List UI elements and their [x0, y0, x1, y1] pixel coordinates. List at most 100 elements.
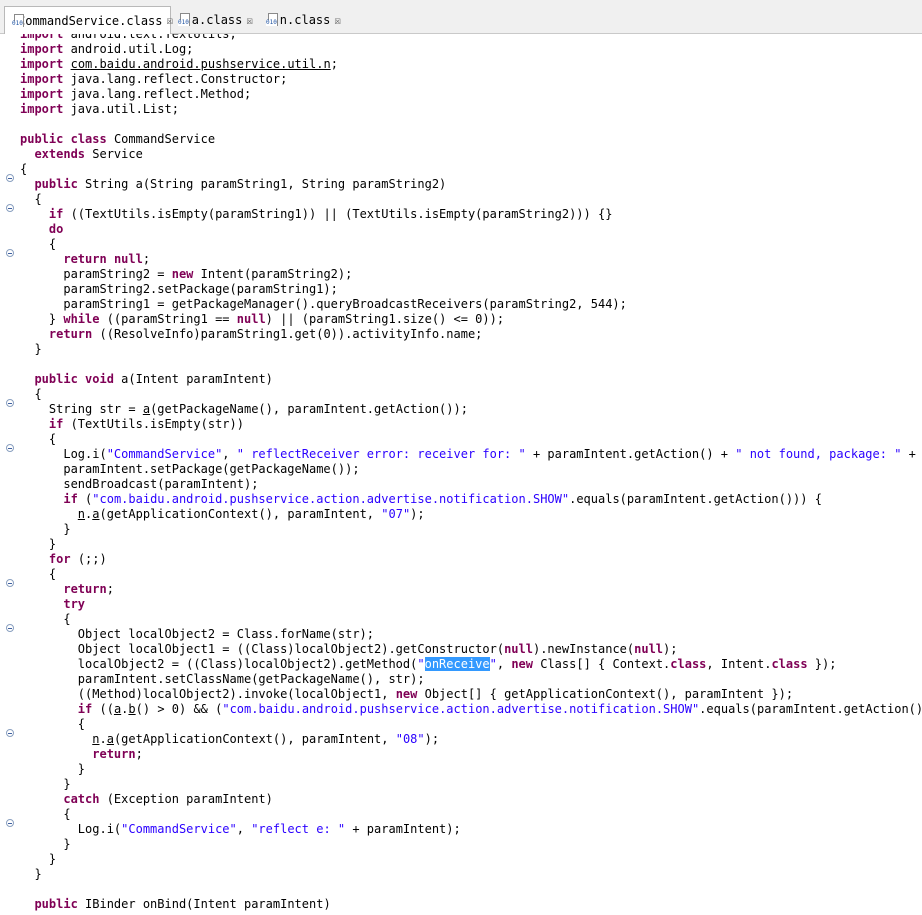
code-line[interactable]: n.a(getApplicationContext(), paramIntent… [20, 732, 922, 747]
code-line[interactable]: { [20, 612, 922, 627]
code-token: ((paramString1 == [99, 312, 237, 326]
code-line[interactable]: paramString1 = getPackageManager().query… [20, 297, 922, 312]
tab-label: n.class [279, 13, 331, 27]
code-editor[interactable]: import android.text.TextUtils; import and… [0, 34, 922, 915]
keyword-token: public [20, 132, 64, 146]
fold-collapse-icon[interactable] [6, 174, 14, 182]
code-line[interactable]: public String a(String paramString1, Str… [20, 177, 922, 192]
fold-collapse-icon[interactable] [6, 579, 14, 587]
code-line[interactable]: } [20, 762, 922, 777]
code-line[interactable]: Object localObject2 = Class.forName(str)… [20, 627, 922, 642]
code-line[interactable]: } [20, 537, 922, 552]
code-line[interactable]: return; [20, 747, 922, 762]
code-line[interactable]: public void a(Intent paramIntent) [20, 372, 922, 387]
code-line[interactable]: if ((TextUtils.isEmpty(paramString1)) ||… [20, 207, 922, 222]
code-line[interactable]: Log.i("CommandService", " reflectReceive… [20, 447, 922, 462]
code-line[interactable]: try [20, 597, 922, 612]
code-line[interactable]: return; [20, 582, 922, 597]
fold-collapse-icon[interactable] [6, 819, 14, 827]
fold-collapse-icon[interactable] [6, 729, 14, 737]
code-line[interactable]: { [20, 432, 922, 447]
code-line[interactable]: if ("com.baidu.android.pushservice.actio… [20, 492, 922, 507]
code-line[interactable]: localObject2 = ((Class)localObject2).get… [20, 657, 922, 672]
source-code[interactable]: import android.text.TextUtils; import and… [20, 34, 922, 912]
tab-a-class[interactable]: 010 a.class ☒ [171, 7, 259, 33]
code-line[interactable] [20, 882, 922, 897]
code-line[interactable]: } while ((paramString1 == null) || (para… [20, 312, 922, 327]
code-line[interactable]: String str = a(getPackageName(), paramIn… [20, 402, 922, 417]
code-line[interactable]: } [20, 852, 922, 867]
code-line[interactable]: } [20, 867, 922, 882]
code-line[interactable]: paramIntent.setPackage(getPackageName())… [20, 462, 922, 477]
code-line[interactable]: paramString2 = new Intent(paramString2); [20, 267, 922, 282]
code-line[interactable]: import java.util.List; [20, 102, 922, 117]
tab-n-class[interactable]: 010 n.class ☒ [259, 7, 347, 33]
code-line[interactable]: { [20, 807, 922, 822]
code-line[interactable]: import com.baidu.android.pushservice.uti… [20, 57, 922, 72]
code-line[interactable]: sendBroadcast(paramIntent); [20, 477, 922, 492]
keyword-token: class [670, 657, 707, 671]
code-token: ((TextUtils.isEmpty(paramString1)) || (T… [63, 207, 613, 221]
code-token: Log.i( [20, 822, 122, 836]
code-line[interactable]: ((Method)localObject2).invoke(localObjec… [20, 687, 922, 702]
close-icon[interactable]: ☒ [246, 14, 253, 27]
keyword-token: return [63, 582, 107, 596]
code-line[interactable]: { [20, 162, 922, 177]
code-line[interactable] [20, 357, 922, 372]
code-token: (getPackageName(), paramIntent.getAction… [150, 402, 468, 416]
code-line[interactable]: do [20, 222, 922, 237]
keyword-token: void [85, 372, 114, 386]
code-line[interactable] [20, 117, 922, 132]
fold-collapse-icon[interactable] [6, 249, 14, 257]
fold-collapse-icon[interactable] [6, 624, 14, 632]
code-line[interactable]: return ((ResolveInfo)paramString1.get(0)… [20, 327, 922, 342]
code-line[interactable]: n.a(getApplicationContext(), paramIntent… [20, 507, 922, 522]
code-line[interactable]: { [20, 387, 922, 402]
keyword-token: catch [63, 792, 100, 806]
code-line[interactable]: catch (Exception paramIntent) [20, 792, 922, 807]
fold-collapse-icon[interactable] [6, 444, 14, 452]
code-line[interactable]: if (TextUtils.isEmpty(str)) [20, 417, 922, 432]
code-token: , [496, 657, 512, 671]
code-line[interactable]: extends Service [20, 147, 922, 162]
code-line[interactable]: Object localObject1 = ((Class)localObjec… [20, 642, 922, 657]
code-line[interactable]: import java.lang.reflect.Method; [20, 87, 922, 102]
code-line[interactable]: import java.lang.reflect.Constructor; [20, 72, 922, 87]
code-token: android.util.Log; [63, 42, 194, 56]
code-line[interactable]: if ((a.b() > 0) && ("com.baidu.android.p… [20, 702, 922, 717]
code-line[interactable]: } [20, 342, 922, 357]
code-line[interactable]: { [20, 237, 922, 252]
code-token: n [77, 507, 86, 521]
code-line[interactable]: { [20, 567, 922, 582]
code-line[interactable]: for (;;) [20, 552, 922, 567]
code-token: .equals(paramIntent.getAction()))) [699, 702, 922, 716]
code-line[interactable]: { [20, 192, 922, 207]
code-token: java.lang.reflect.Method; [63, 87, 252, 101]
code-token: } [20, 537, 57, 551]
code-line[interactable]: public class CommandService [20, 132, 922, 147]
code-token: { [20, 807, 71, 821]
fold-collapse-icon[interactable] [6, 399, 14, 407]
tab-commandservice-class[interactable]: 010 CommandService.class ☒ [4, 6, 173, 34]
code-line[interactable]: } [20, 837, 922, 852]
code-line[interactable]: paramIntent.setClassName(getPackageName(… [20, 672, 922, 687]
code-token: } [20, 312, 64, 326]
code-line[interactable]: } [20, 522, 922, 537]
code-token: ((Method)localObject2).invoke(localObjec… [20, 687, 396, 701]
code-line[interactable]: Log.i("CommandService", "reflect e: " + … [20, 822, 922, 837]
code-token: java.lang.reflect.Constructor; [63, 72, 288, 86]
code-line[interactable]: { [20, 717, 922, 732]
close-icon[interactable]: ☒ [334, 14, 341, 27]
code-line[interactable]: return null; [20, 252, 922, 267]
code-line[interactable]: } [20, 777, 922, 792]
code-line[interactable]: import android.text.TextUtils; [20, 34, 922, 42]
code-line[interactable]: public IBinder onBind(Intent paramIntent… [20, 897, 922, 912]
fold-collapse-icon[interactable] [6, 204, 14, 212]
code-line[interactable]: paramString2.setPackage(paramString1); [20, 282, 922, 297]
code-line[interactable]: import android.util.Log; [20, 42, 922, 57]
